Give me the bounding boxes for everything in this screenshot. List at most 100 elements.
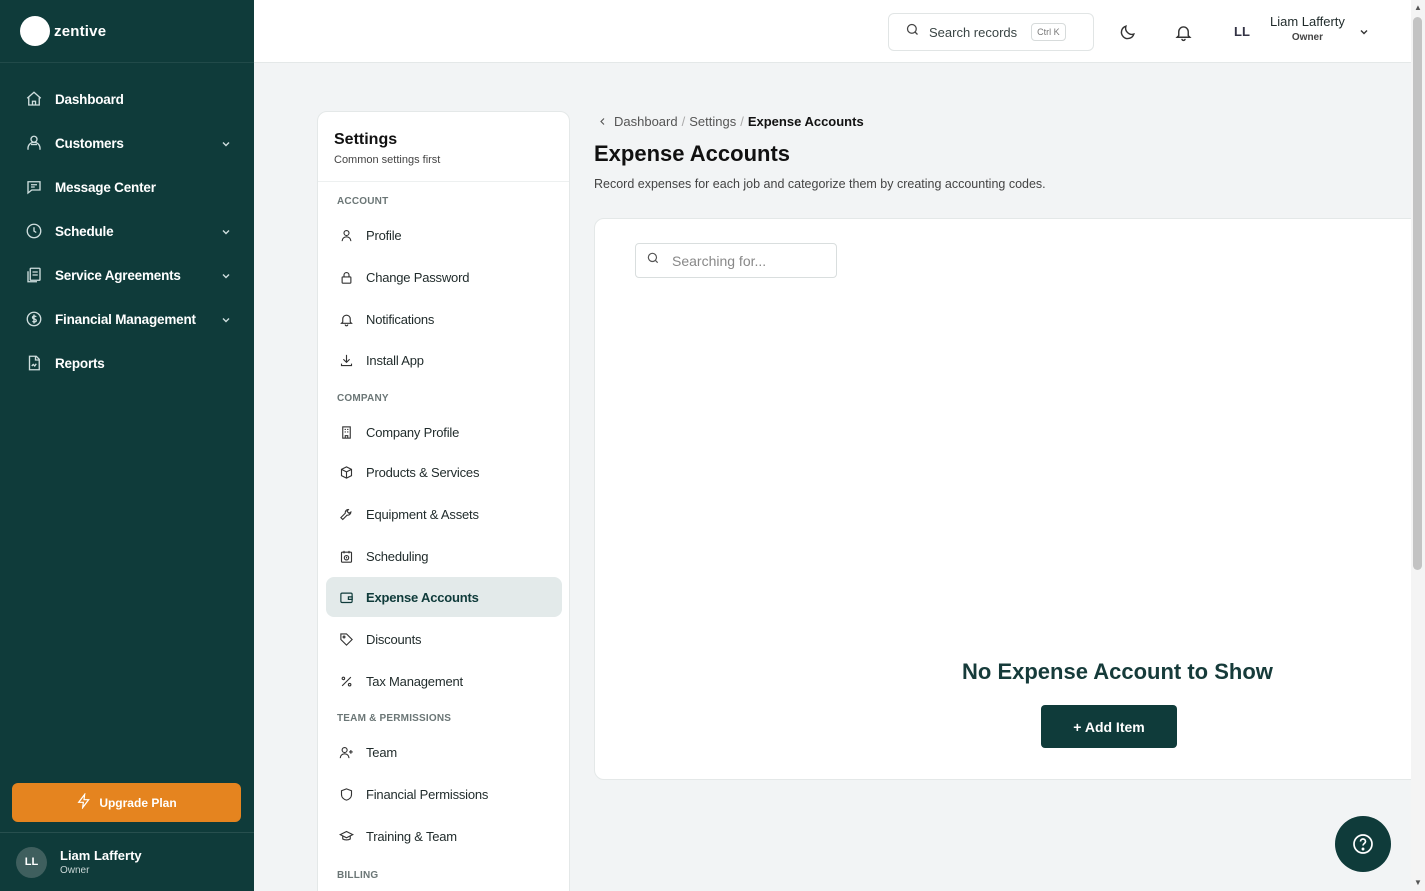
- settings-item-label: Change Password: [366, 269, 470, 285]
- search-label: Search records: [929, 24, 1018, 40]
- avatar[interactable]: LL: [1234, 24, 1250, 39]
- home-icon: [24, 89, 44, 109]
- notifications-button[interactable]: [1172, 21, 1194, 43]
- settings-item-products-services[interactable]: Products & Services: [326, 452, 562, 492]
- graduation-icon: [338, 828, 354, 844]
- search-icon: [905, 22, 920, 42]
- logo-mark: [20, 16, 50, 46]
- settings-item-change-password[interactable]: Change Password: [326, 257, 562, 297]
- settings-item-label: Company Profile: [366, 424, 460, 440]
- breadcrumb-current: Expense Accounts: [747, 114, 864, 129]
- nav-item-customers[interactable]: Customers: [0, 121, 254, 165]
- chevron-left-icon[interactable]: [598, 114, 607, 129]
- building-icon: [338, 424, 354, 440]
- section-team-permissions: Team & Permissions: [337, 713, 452, 724]
- bell-icon: [338, 311, 354, 327]
- settings-item-team[interactable]: Team: [326, 732, 562, 772]
- main-nav: Dashboard Customers Message Center Sched…: [0, 63, 254, 385]
- breadcrumb: Dashboard / Settings / Expense Accounts: [598, 114, 864, 129]
- settings-item-profile[interactable]: Profile: [326, 215, 562, 255]
- settings-item-company-profile[interactable]: Company Profile: [326, 412, 562, 452]
- chevron-down-icon[interactable]: [1358, 25, 1370, 43]
- sidebar-user-profile[interactable]: LL Liam Lafferty Owner: [0, 832, 254, 891]
- dollar-icon: [24, 309, 44, 329]
- lightning-icon: [76, 792, 92, 812]
- settings-item-label: Expense Accounts: [366, 589, 479, 605]
- section-billing: Billing: [337, 870, 379, 881]
- user-plus-icon: [338, 744, 354, 760]
- card-search: [635, 243, 837, 278]
- settings-item-expense-accounts[interactable]: Expense Accounts: [326, 577, 562, 617]
- settings-item-install-app[interactable]: Install App: [326, 340, 562, 380]
- help-button[interactable]: [1335, 816, 1391, 872]
- settings-item-label: Team: [366, 744, 397, 760]
- avatar: LL: [16, 846, 47, 878]
- empty-state-title: No Expense Account to Show: [962, 659, 1273, 684]
- add-item-button[interactable]: + Add Item: [1041, 705, 1177, 748]
- settings-item-notifications[interactable]: Notifications: [326, 299, 562, 339]
- percent-icon: [338, 673, 354, 689]
- upgrade-plan-button[interactable]: Upgrade Plan: [12, 783, 241, 822]
- settings-item-label: Products & Services: [366, 464, 480, 480]
- section-company: Company: [337, 393, 389, 404]
- section-account: Account: [337, 196, 389, 207]
- nav-item-service-agreements[interactable]: Service Agreements: [0, 253, 254, 297]
- brand-logo[interactable]: zentive: [0, 0, 254, 63]
- nav-label: Reports: [55, 355, 105, 371]
- breadcrumb-separator: /: [681, 114, 686, 129]
- scrollbar-thumb[interactable]: [1413, 17, 1422, 570]
- settings-item-equipment-assets[interactable]: Equipment & Assets: [326, 494, 562, 534]
- users-icon: [24, 133, 44, 153]
- chevron-down-icon: [220, 269, 232, 281]
- breadcrumb-separator: /: [740, 114, 744, 129]
- search-icon: [646, 251, 660, 270]
- scroll-up-arrow-icon[interactable]: ▲: [1414, 3, 1422, 12]
- nav-item-reports[interactable]: Reports: [0, 341, 254, 385]
- settings-item-label: Scheduling: [366, 548, 429, 564]
- nav-item-message-center[interactable]: Message Center: [0, 165, 254, 209]
- scroll-down-arrow-icon[interactable]: ▼: [1414, 878, 1422, 887]
- breadcrumb-settings[interactable]: Settings: [689, 114, 736, 129]
- chevron-down-icon: [220, 225, 232, 237]
- chat-icon: [24, 177, 44, 197]
- settings-item-label: Profile: [366, 227, 402, 243]
- wrench-icon: [338, 506, 354, 522]
- download-icon: [338, 352, 354, 368]
- user-name: Liam Lafferty: [1270, 14, 1345, 29]
- nav-item-schedule[interactable]: Schedule: [0, 209, 254, 253]
- nav-label: Financial Management: [55, 311, 196, 327]
- settings-item-discounts[interactable]: Discounts: [326, 619, 562, 659]
- settings-header: Settings Common settings first: [318, 112, 569, 182]
- nav-label: Customers: [55, 135, 124, 151]
- settings-item-scheduling[interactable]: Scheduling: [326, 536, 562, 576]
- global-search-button[interactable]: Search records Ctrl K: [888, 13, 1094, 51]
- page-description: Record expenses for each job and categor…: [594, 177, 1046, 191]
- settings-item-financial-permissions[interactable]: Financial Permissions: [326, 774, 562, 814]
- page-title: Expense Accounts: [594, 141, 791, 166]
- lock-icon: [338, 269, 354, 285]
- nav-item-financial-management[interactable]: Financial Management: [0, 297, 254, 341]
- breadcrumb-dashboard[interactable]: Dashboard: [614, 114, 678, 129]
- settings-item-label: Training & Team: [366, 828, 457, 844]
- user-info: Liam Lafferty Owner: [60, 848, 142, 876]
- topbar: Search records Ctrl K LL Liam Lafferty O…: [254, 0, 1411, 63]
- settings-subtitle: Common settings first: [334, 154, 441, 166]
- user-icon: [338, 227, 354, 243]
- bell-icon: [1174, 25, 1192, 41]
- nav-label: Schedule: [55, 223, 114, 239]
- shield-icon: [338, 786, 354, 802]
- search-input[interactable]: [672, 252, 822, 269]
- main-sidebar: zentive Dashboard Customers Message Cent…: [0, 0, 254, 891]
- settings-item-label: Equipment & Assets: [366, 506, 479, 522]
- nav-item-dashboard[interactable]: Dashboard: [0, 77, 254, 121]
- settings-item-training-team[interactable]: Training & Team: [326, 816, 562, 856]
- dark-mode-toggle[interactable]: [1116, 21, 1138, 43]
- settings-item-tax-management[interactable]: Tax Management: [326, 661, 562, 701]
- keyboard-shortcut: Ctrl K: [1031, 23, 1066, 41]
- page-scrollbar[interactable]: ▲ ▼: [1411, 0, 1425, 891]
- upgrade-label: Upgrade Plan: [99, 795, 177, 810]
- user-menu[interactable]: Liam Lafferty Owner: [1270, 14, 1345, 43]
- settings-item-label: Install App: [366, 352, 424, 368]
- box-icon: [338, 464, 354, 480]
- report-icon: [24, 353, 44, 373]
